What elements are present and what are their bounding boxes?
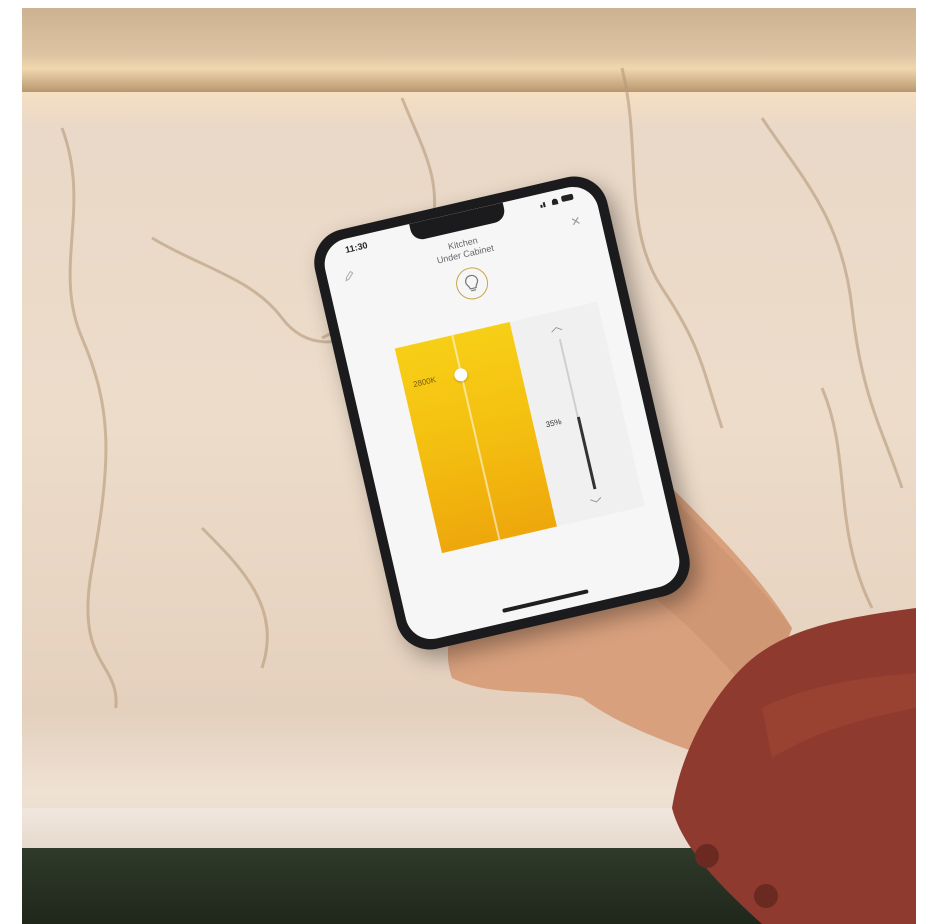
- edit-icon[interactable]: [342, 268, 356, 282]
- status-bar-icons: [539, 191, 576, 209]
- close-icon[interactable]: ✕: [569, 214, 582, 230]
- light-toggle-button[interactable]: [452, 264, 492, 303]
- status-bar-time: 11:30: [344, 240, 369, 255]
- photo-scene: 11:30 ✕ Kitchen Under Cabinet 2800K ︿ 35…: [22, 8, 916, 924]
- light-bulb-icon: [465, 274, 479, 292]
